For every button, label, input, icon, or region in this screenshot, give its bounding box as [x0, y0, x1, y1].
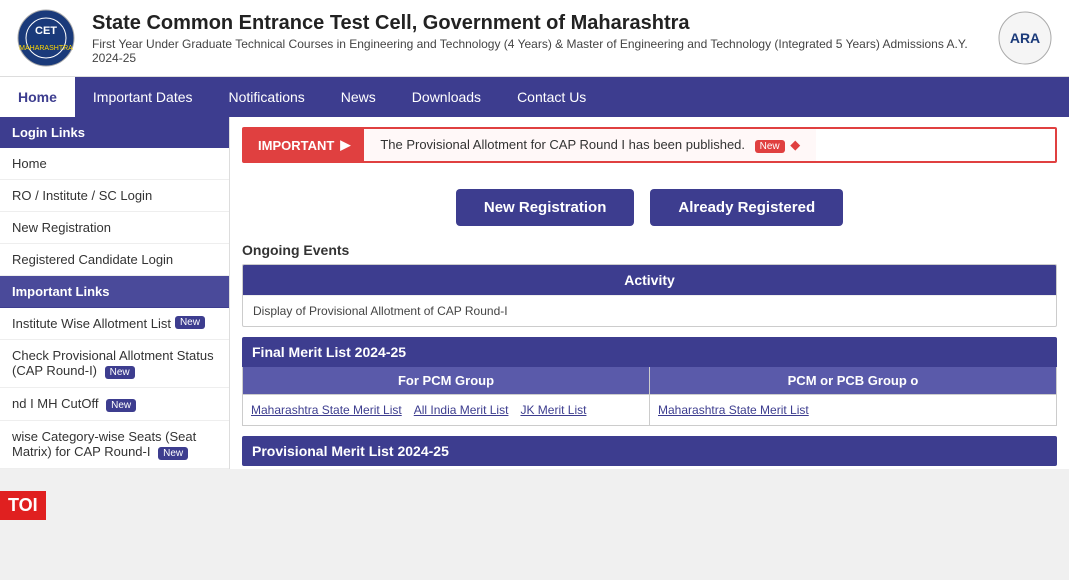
cet-logo: CET MAHARASHTRA	[16, 8, 76, 68]
nav-news[interactable]: News	[323, 77, 394, 117]
merit-col-pcmpcb: PCM or PCB Group o Maharashtra State Mer…	[650, 367, 1056, 425]
sidebar-item-registered-login[interactable]: Registered Candidate Login	[0, 244, 229, 276]
sidebar-item-check-provisional[interactable]: Check Provisional Allotment Status (CAP …	[0, 340, 229, 388]
merit-col-pcm: For PCM Group Maharashtra State Merit Li…	[243, 367, 650, 425]
merit-col-pcmpcb-header: PCM or PCB Group o	[650, 367, 1056, 395]
sidebar: Login Links Home RO / Institute / SC Log…	[0, 117, 230, 469]
sidebar-item-seat-matrix[interactable]: wise Category-wise Seats (Seat Matrix) f…	[0, 421, 229, 469]
sidebar-item-home[interactable]: Home	[0, 148, 229, 180]
svg-text:ARA: ARA	[1010, 30, 1040, 46]
nav-contact[interactable]: Contact Us	[499, 77, 604, 117]
new-badge-3: New	[106, 399, 136, 412]
provisional-merit-header: Provisional Merit List 2024-25	[242, 436, 1057, 466]
sidebar-item-ro-login[interactable]: RO / Institute / SC Login	[0, 180, 229, 212]
merit-col-pcmpcb-links: Maharashtra State Merit List	[650, 395, 1056, 425]
nav-notifications[interactable]: Notifications	[211, 77, 323, 117]
important-new-badge: New	[755, 140, 785, 153]
sidebar-item-cutoff[interactable]: nd I MH CutOff New	[0, 388, 229, 421]
final-merit-header: Final Merit List 2024-25	[242, 337, 1057, 367]
main-content: IMPORTANT The Provisional Allotment for …	[230, 117, 1069, 469]
diamond-icon: ◆	[790, 137, 800, 152]
maharashtra-state-merit-link-2[interactable]: Maharashtra State Merit List	[654, 401, 813, 419]
important-banner: IMPORTANT The Provisional Allotment for …	[242, 127, 1057, 163]
registration-buttons: New Registration Already Registered	[230, 173, 1069, 236]
already-registered-button[interactable]: Already Registered	[650, 189, 843, 226]
nav-important-dates[interactable]: Important Dates	[75, 77, 211, 117]
header-text-block: State Common Entrance Test Cell, Governm…	[92, 12, 982, 65]
new-badge-4: New	[158, 447, 188, 460]
ongoing-events-title: Ongoing Events	[230, 236, 1069, 264]
maharashtra-state-merit-link[interactable]: Maharashtra State Merit List	[247, 401, 406, 419]
sidebar-item-new-registration[interactable]: New Registration	[0, 212, 229, 244]
final-merit-table: For PCM Group Maharashtra State Merit Li…	[242, 367, 1057, 426]
page-header: CET MAHARASHTRA State Common Entrance Te…	[0, 0, 1069, 77]
toi-badge: TOI	[0, 491, 46, 520]
merit-columns: For PCM Group Maharashtra State Merit Li…	[243, 367, 1056, 425]
new-badge-1: New	[175, 316, 205, 329]
activity-header: Activity	[243, 265, 1056, 295]
important-label: IMPORTANT	[244, 129, 364, 161]
main-layout: Login Links Home RO / Institute / SC Log…	[0, 117, 1069, 469]
ara-logo: ARA	[998, 11, 1053, 66]
activity-row: Display of Provisional Allotment of CAP …	[243, 295, 1056, 326]
new-registration-button[interactable]: New Registration	[456, 189, 635, 226]
new-badge-2: New	[105, 366, 135, 379]
final-merit-section: Final Merit List 2024-25 For PCM Group M…	[242, 337, 1057, 426]
merit-col-pcm-links: Maharashtra State Merit List All India M…	[243, 395, 649, 425]
site-title: State Common Entrance Test Cell, Governm…	[92, 12, 982, 35]
sidebar-group-login-links: Login Links	[0, 117, 229, 148]
nav-downloads[interactable]: Downloads	[394, 77, 499, 117]
svg-text:CET: CET	[35, 25, 57, 37]
svg-text:MAHARASHTRA: MAHARASHTRA	[19, 45, 73, 52]
navbar: Home Important Dates Notifications News …	[0, 77, 1069, 117]
site-subtitle: First Year Under Graduate Technical Cour…	[92, 37, 982, 65]
activity-table: Activity Display of Provisional Allotmen…	[242, 264, 1057, 327]
merit-col-pcm-header: For PCM Group	[243, 367, 649, 395]
all-india-merit-link[interactable]: All India Merit List	[410, 401, 513, 419]
jk-merit-link[interactable]: JK Merit List	[516, 401, 590, 419]
sidebar-group-important-links: Important Links	[0, 276, 229, 308]
nav-home[interactable]: Home	[0, 77, 75, 117]
sidebar-item-allotment-list[interactable]: Institute Wise Allotment List New	[0, 308, 229, 340]
important-text: The Provisional Allotment for CAP Round …	[364, 129, 816, 161]
